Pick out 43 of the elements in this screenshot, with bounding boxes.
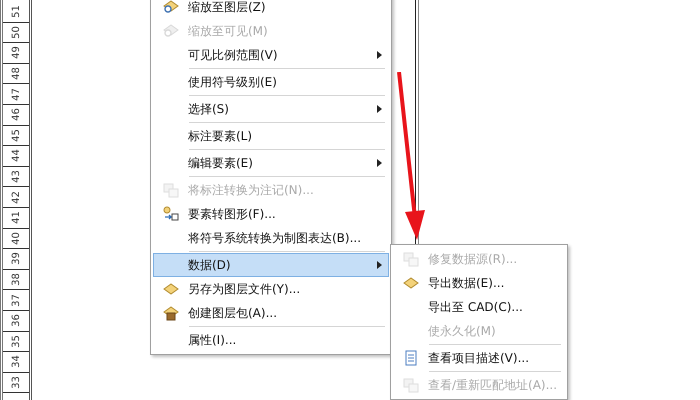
- ruler-number: 34: [10, 356, 22, 368]
- ruler-number: 46: [10, 108, 22, 122]
- feature-to-graphic-icon: [163, 206, 179, 222]
- menu-item[interactable]: 缩放至图层(Z): [153, 0, 389, 19]
- layer-file-icon: [163, 281, 179, 297]
- layer-file-icon: [403, 275, 419, 291]
- menu-item[interactable]: 查看项目描述(V)...: [393, 346, 565, 370]
- ruler-number: 33: [10, 376, 22, 389]
- ruler-number: 49: [10, 46, 22, 60]
- convert-icon: [403, 377, 419, 393]
- menu-item[interactable]: 使用符号级别(E): [153, 70, 389, 94]
- menu-item[interactable]: 将符号系统转换为制图表达(B)...: [153, 226, 389, 250]
- ruler-number: 42: [10, 190, 22, 204]
- document-icon: [403, 350, 419, 366]
- ruler-number: 50: [10, 26, 22, 39]
- ruler-number: 43: [10, 170, 22, 183]
- menu-item[interactable]: 标注要素(L): [153, 124, 389, 148]
- ruler-number: 41: [10, 211, 22, 224]
- menu-item[interactable]: 选择(S): [153, 97, 389, 121]
- ruler-number: 51: [10, 5, 22, 18]
- menu-item[interactable]: 要素转图形(F)...: [153, 202, 389, 226]
- menu-item[interactable]: 导出至 CAD(C)...: [393, 295, 565, 319]
- convert-icon: [163, 182, 179, 198]
- ruler-number: 35: [10, 334, 22, 348]
- layer-package-icon: [163, 305, 179, 321]
- ruler-number: 38: [10, 273, 22, 286]
- ruler-number: 47: [10, 88, 22, 101]
- layer-zoom-icon: [163, 23, 179, 39]
- menu-item[interactable]: 可见比例范围(V): [153, 43, 389, 67]
- ruler-number: 44: [10, 150, 22, 162]
- menu-item[interactable]: 数据(D): [153, 253, 389, 277]
- menu-item[interactable]: 另存为图层文件(Y)...: [153, 277, 389, 301]
- ruler-number: 37: [10, 294, 22, 306]
- ruler-number: 48: [10, 67, 22, 80]
- ruler-number: 40: [10, 232, 22, 245]
- ruler-number: 39: [10, 252, 22, 266]
- menu-item[interactable]: 导出数据(E)...: [393, 271, 565, 295]
- menu-item[interactable]: 属性(I)...: [153, 328, 389, 352]
- menu-item[interactable]: 创建图层包(A)...: [153, 301, 389, 325]
- ruler-number: 45: [10, 129, 22, 142]
- menu-item[interactable]: 编辑要素(E): [153, 151, 389, 175]
- convert-icon: [403, 251, 419, 267]
- ruler-number: 36: [10, 314, 22, 328]
